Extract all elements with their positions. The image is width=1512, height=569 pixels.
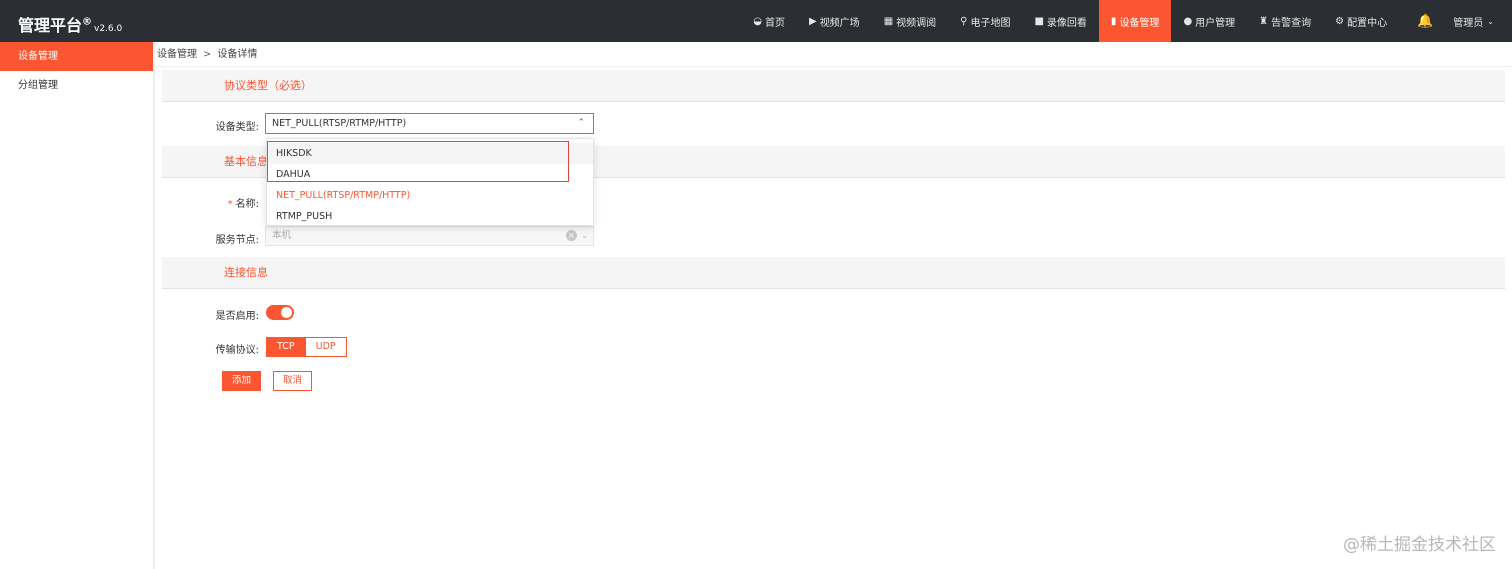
chevron-up-icon: ⌃ [577,118,585,128]
breadcrumb-item-device-management[interactable]: 设备管理 [157,49,197,60]
brand-registered-mark: ® [82,16,93,28]
nav-item-config-center[interactable]: ⚙ 配置中心 [1323,0,1399,42]
dropdown-option-dahua[interactable]: DAHUA [267,164,593,185]
breadcrumb-separator: > [203,49,212,60]
nav-item-user-management[interactable]: ● 用户管理 [1171,0,1247,42]
chevron-down-icon: ⌄ [1487,16,1494,26]
dropdown-option-rtmp-push[interactable]: RTMP_PUSH [267,206,593,227]
nav-item-video-review[interactable]: ▦ 视频调阅 [872,0,948,42]
service-node-select[interactable]: 本机 × ⌄ [265,226,594,246]
transport-protocol-label: 传输协议: [215,345,259,356]
toggle-knob [281,307,292,318]
service-node-value: 本机 [272,230,292,241]
clear-icon[interactable]: × [566,230,577,241]
alarm-icon: ♜ [1259,15,1269,27]
nav-item-video-square[interactable]: ▶ 视频广场 [797,0,872,42]
sidebar-item-device-management[interactable]: 设备管理 [0,42,153,71]
device-type-select[interactable]: NET_PULL(RTSP/RTMP/HTTP) ⌃ [265,113,594,134]
section-title: 连接信息 [224,266,268,279]
transport-protocol-group: TCP UDP [266,337,347,357]
device-icon: ▮ [1110,15,1117,27]
dropdown-option-net-pull[interactable]: NET_PULL(RTSP/RTMP/HTTP) [267,185,593,206]
divider [155,66,1512,67]
chevron-down-icon: ⌄ [581,231,588,240]
device-type-value: NET_PULL(RTSP/RTMP/HTTP) [272,118,407,129]
transport-option-tcp[interactable]: TCP [266,337,306,357]
section-title: 基本信息 [224,155,268,168]
nav-item-playback[interactable]: ■ 录像回看 [1022,0,1098,42]
nav-item-label: 首页 [764,17,785,29]
nav-item-label: 录像回看 [1046,17,1087,29]
version-label: v2.6.0 [94,24,123,34]
required-mark: * [227,199,233,210]
dashboard-icon: ◒ [753,15,762,27]
nav-item-label: 告警查询 [1271,17,1312,29]
user-name: 管理员 [1453,17,1484,29]
play-circle-icon: ▶ [808,15,817,27]
grid-layout-icon: ▦ [883,15,894,27]
top-navigation-bar: 管理平台®v2.6.0 ◒ 首页 ▶ 视频广场 ▦ 视频调阅 ⚲ 电子地图 ■ 录像回看 … [0,0,1512,42]
transport-option-udp[interactable]: UDP [305,337,347,357]
name-label-text: 名称: [235,199,259,210]
device-type-label: 设备类型: [215,122,259,133]
cancel-button[interactable]: 取消 [273,371,312,391]
sidebar-item-group-management[interactable]: 分组管理 [0,71,153,100]
notification-button[interactable]: 🔔 [1399,0,1443,42]
enabled-toggle[interactable] [266,305,294,320]
nav-item-map[interactable]: ⚲ 电子地图 [948,0,1022,42]
nav-item-home[interactable]: ◒ 首页 [741,0,797,42]
video-camera-icon: ■ [1034,15,1044,27]
service-node-label: 服务节点: [215,235,259,246]
nav-item-label: 视频广场 [819,17,860,29]
enabled-label: 是否启用: [215,311,259,322]
breadcrumb: 设备管理 > 设备详情 [157,44,257,66]
nav-item-label: 配置中心 [1347,17,1388,29]
section-connection-info: 连接信息 [162,257,1505,289]
nav-item-device-management[interactable]: ▮ 设备管理 [1098,0,1172,42]
breadcrumb-item-device-detail: 设备详情 [217,49,258,60]
section-title: 协议类型（必选） [224,79,312,92]
user-icon: ● [1183,15,1193,27]
sidebar: 设备管理 分组管理 [0,42,155,569]
brand-logo: 管理平台®v2.6.0 [18,12,122,36]
add-button[interactable]: 添加 [222,371,261,391]
main-nav: ◒ 首页 ▶ 视频广场 ▦ 视频调阅 ⚲ 电子地图 ■ 录像回看 ▮ 设备管理 ● 用户管理 … [741,0,1512,42]
nav-item-label: 用户管理 [1195,17,1236,29]
user-menu[interactable]: 管理员 ⌄ [1443,0,1512,42]
gear-icon: ⚙ [1335,15,1345,27]
bell-icon: 🔔 [1417,13,1434,29]
nav-item-alarm-query[interactable]: ♜ 告警查询 [1247,0,1323,42]
brand-name: 管理平台 [18,16,83,35]
nav-item-label: 电子地图 [970,17,1011,29]
nav-item-label: 视频调阅 [896,17,937,29]
dropdown-option-hiksdk[interactable]: HIKSDK [267,143,593,164]
nav-item-label: 设备管理 [1119,17,1160,29]
section-protocol-type: 协议类型（必选） [162,70,1505,102]
name-label: * 名称: [205,195,259,210]
device-type-dropdown: HIKSDK DAHUA NET_PULL(RTSP/RTMP/HTTP) RT… [266,138,594,226]
watermark: @稀土掘金技术社区 [1343,535,1496,555]
map-pin-icon: ⚲ [960,15,968,27]
